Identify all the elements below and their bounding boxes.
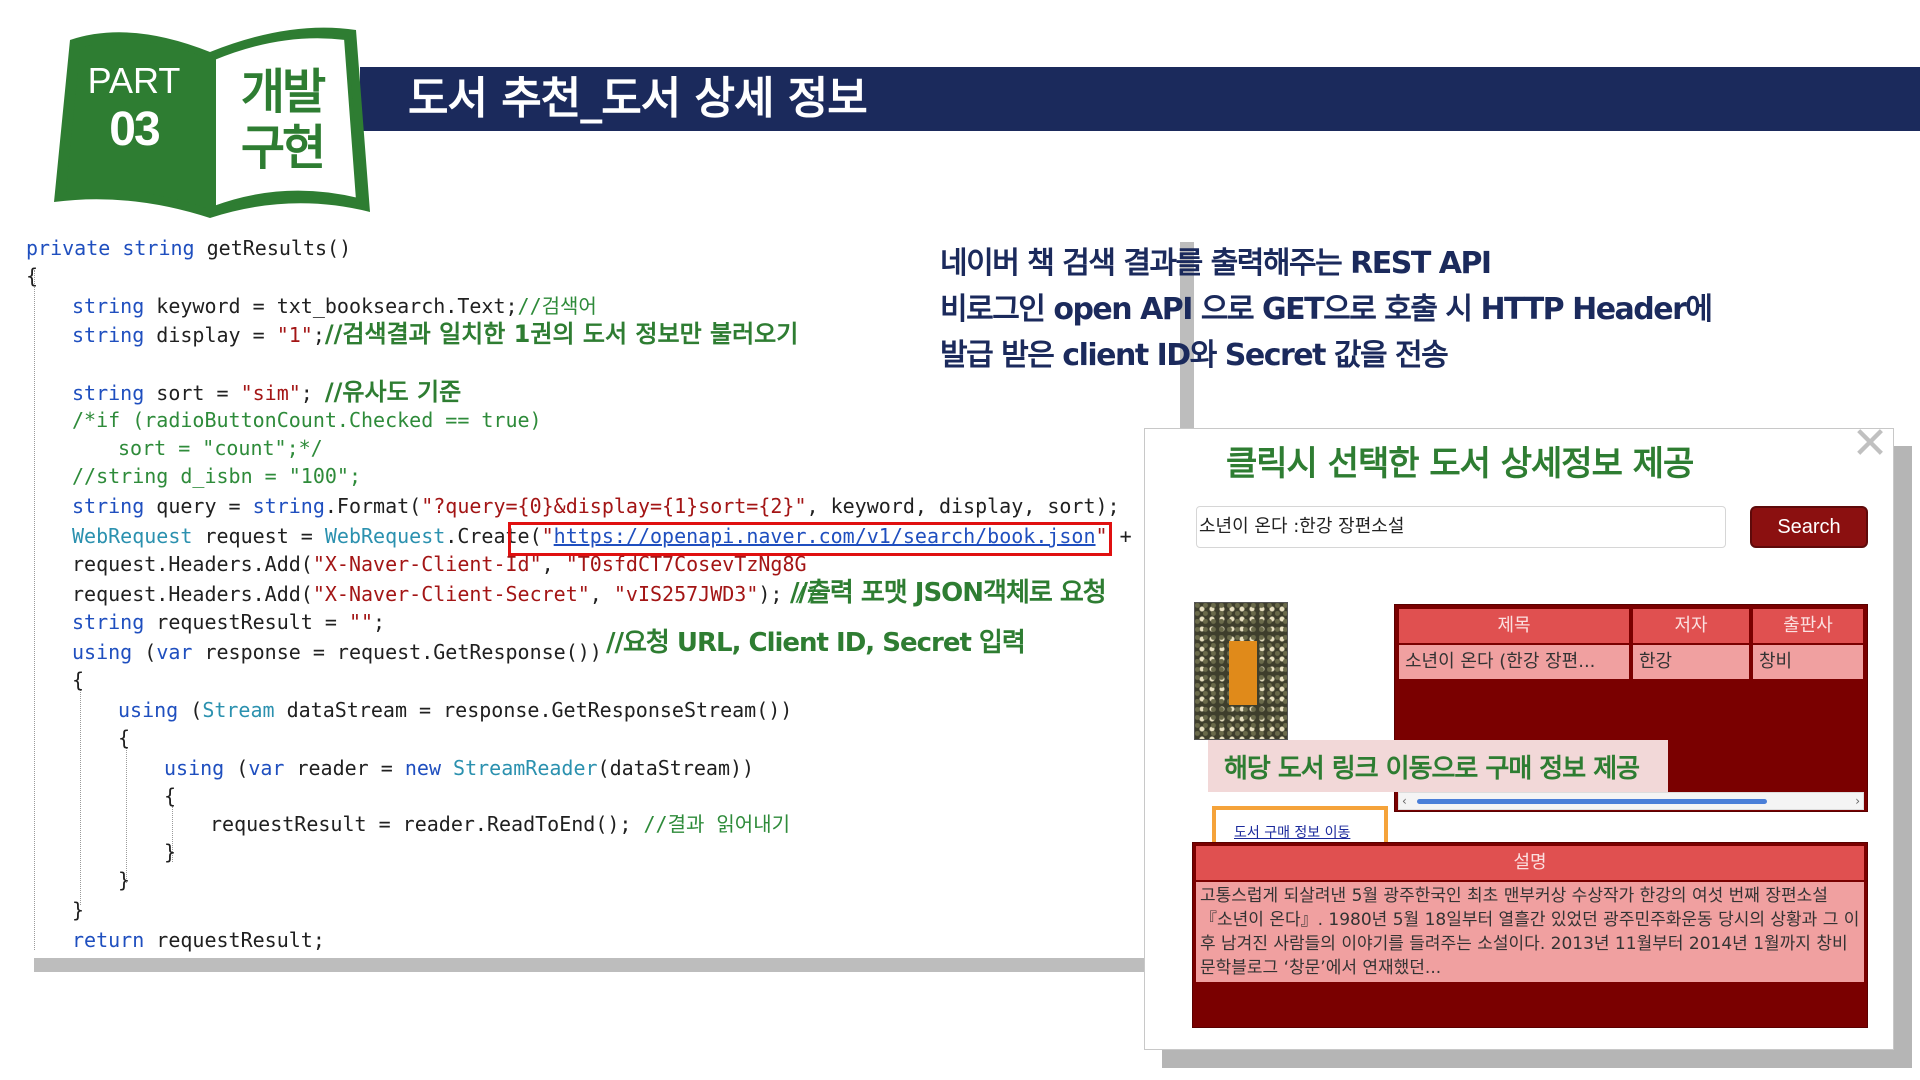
- code-line: /*if (radioButtonCount.Checked == true): [72, 408, 542, 432]
- code-line: using (var reader = new StreamReader(dat…: [164, 756, 755, 780]
- code-line: {: [72, 668, 85, 692]
- code-line: private string getResults(): [26, 236, 352, 260]
- table-cell-title[interactable]: 소년이 온다 (한강 장편...: [1399, 645, 1629, 679]
- api-description-line: 네이버 책 검색 결과를 출력해주는 REST API: [940, 246, 1492, 281]
- column-header-author: 저자: [1633, 609, 1749, 643]
- book-word-implement: 구현: [240, 120, 326, 176]
- column-header-publisher: 출판사: [1753, 609, 1863, 643]
- code-line: request.Headers.Add("X-Naver-Client-Id",…: [72, 552, 807, 576]
- code-line: string query = string.Format("?query={0}…: [72, 494, 1120, 518]
- code-line: //string d_isbn = "100";: [72, 464, 361, 488]
- code-line: {: [118, 726, 131, 750]
- code-line: string display = "1";//검색결과 일치한 1권의 도서 정…: [72, 320, 799, 348]
- page-title: 도서 추천_도서 상세 정보: [408, 73, 868, 124]
- purchase-note: 해당 도서 링크 이동으로 구매 정보 제공: [1208, 740, 1668, 792]
- api-description-line: 비로그인 open API 으로 GET으로 호출 시 HTTP Header에: [940, 292, 1713, 327]
- output-format-annotation: //출력 포맷 JSON객체로 요청: [790, 578, 1107, 608]
- code-line: }: [118, 868, 131, 892]
- indent-guide: [126, 748, 127, 883]
- buy-info-link[interactable]: 도서 구매 정보 이동: [1234, 822, 1350, 842]
- book-cover-image[interactable]: [1194, 602, 1288, 740]
- purchase-note-text: 해당 도서 링크 이동으로 구매 정보 제공: [1224, 754, 1640, 784]
- popup-title: 클릭시 선택한 도서 상세정보 제공: [1226, 444, 1694, 484]
- table-cell-publisher[interactable]: 창비: [1753, 645, 1863, 679]
- code-line: {: [26, 264, 39, 288]
- indent-guide: [34, 270, 35, 950]
- display-annotation: //검색결과 일치한 1권의 도서 정보만 불러오기: [324, 320, 799, 348]
- horizontal-scrollbar[interactable]: ‹ ›: [1398, 792, 1864, 810]
- code-line: }: [164, 840, 177, 864]
- description-header: 설명: [1196, 846, 1864, 880]
- description-text: 고통스럽게 되살려낸 5월 광주한국인 최초 맨부커상 수상작가 한강의 여섯 …: [1196, 882, 1864, 982]
- code-line: string requestResult = "";: [72, 610, 386, 634]
- request-input-annotation: //요청 URL, Client ID, Secret 입력: [606, 628, 1026, 658]
- search-input[interactable]: 소년이 온다 :한강 장편소설: [1196, 506, 1726, 548]
- code-line: string sort = "sim"; //유사도 기준: [72, 378, 462, 406]
- part-label: PART: [87, 60, 181, 101]
- code-line: return requestResult;: [72, 928, 325, 952]
- code-line: request.Headers.Add("X-Naver-Client-Secr…: [72, 582, 819, 606]
- scrollbar-thumb[interactable]: [1417, 799, 1767, 804]
- code-line: }: [72, 898, 85, 922]
- code-line: requestResult = reader.ReadToEnd(); //결과…: [210, 812, 791, 836]
- sort-annotation: //유사도 기준: [324, 378, 462, 406]
- api-description-line: 발급 받은 client ID와 Secret 값을 전송: [940, 338, 1449, 373]
- code-line: using (var response = request.GetRespons…: [72, 640, 602, 664]
- code-line: string keyword = txt_booksearch.Text;//검…: [72, 294, 597, 318]
- code-line: using (Stream dataStream = response.GetR…: [118, 698, 793, 722]
- code-line: sort = "count";*/: [118, 436, 323, 460]
- close-icon[interactable]: ✕: [1850, 422, 1890, 466]
- search-button[interactable]: Search: [1750, 506, 1868, 548]
- indent-guide: [80, 690, 81, 905]
- code-line: {: [164, 784, 177, 808]
- column-header-title: 제목: [1399, 609, 1629, 643]
- table-cell-author[interactable]: 한강: [1633, 645, 1749, 679]
- part-number: 03: [109, 103, 160, 156]
